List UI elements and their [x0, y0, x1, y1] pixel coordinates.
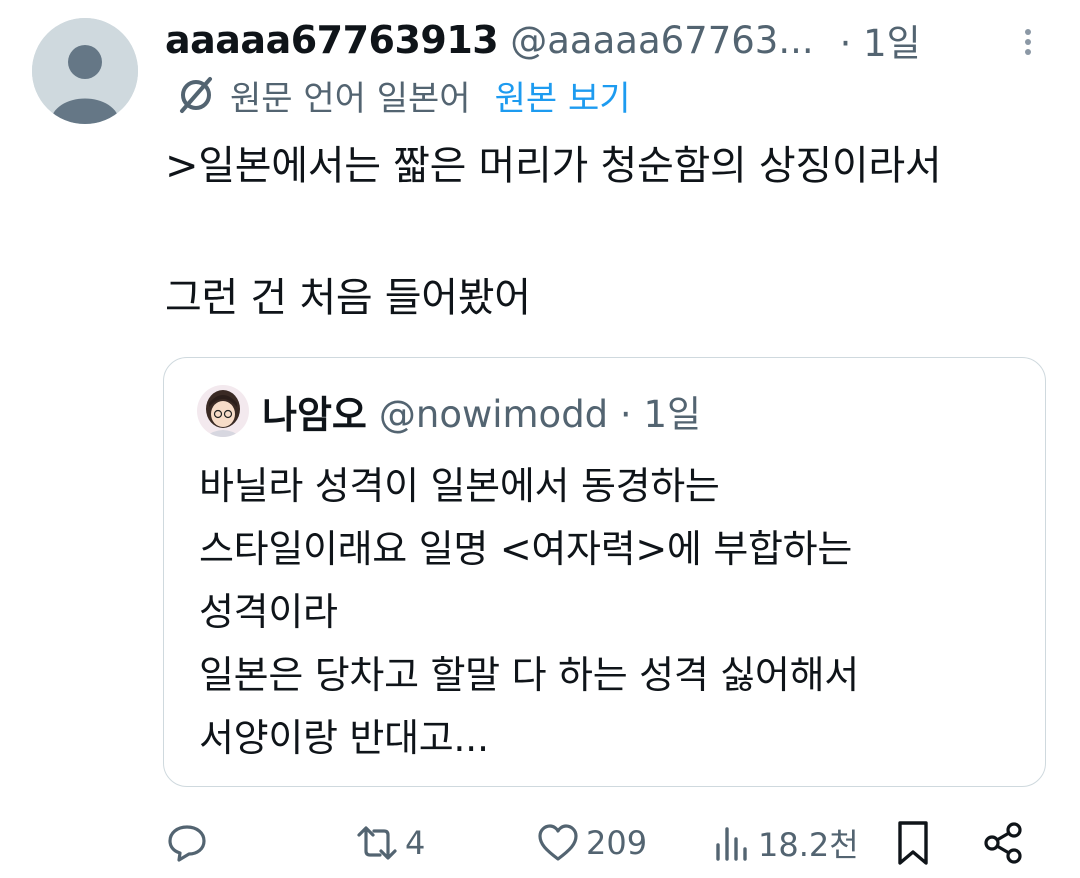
views-button[interactable]: 18.2천: [712, 815, 859, 871]
translation-language-label: 원문 언어 일본어: [230, 78, 471, 119]
quoted-author-handle[interactable]: @nowimodd · 1일: [379, 384, 701, 438]
reply-icon: [168, 825, 206, 862]
quoted-text-line: 바닐라 성격이 일본에서 동경하는: [199, 464, 720, 508]
anime-avatar-icon: [197, 385, 249, 437]
repost-button[interactable]: 4: [355, 815, 425, 871]
repost-icon: [357, 826, 397, 860]
author-display-name[interactable]: aaaaa67763913: [165, 18, 499, 62]
quoted-post[interactable]: 나암오 @nowimodd · 1일 바닐라 성격이 일본에서 동경하는 스타일…: [163, 357, 1046, 787]
post-timestamp[interactable]: · 1일: [840, 13, 921, 67]
show-original-link[interactable]: 원본 보기: [495, 71, 631, 120]
translate-icon: [180, 77, 212, 113]
share-button[interactable]: [980, 815, 1026, 871]
like-count: 209: [586, 824, 648, 862]
reply-button[interactable]: [165, 815, 209, 871]
action-bar: 4 209 18.2천: [0, 815, 1080, 871]
quoted-text-line: 스타일이래요 일명 <여자력>에 부합하는: [199, 527, 852, 571]
bookmark-button[interactable]: [893, 815, 933, 871]
author-avatar[interactable]: [32, 18, 138, 124]
quoted-post-header: 나암오 @nowimodd · 1일: [262, 385, 701, 437]
views-icon: [716, 827, 747, 861]
quoted-author-avatar[interactable]: [197, 385, 249, 437]
share-icon: [984, 822, 1022, 864]
post-body: >일본에서는 짧은 머리가 청순함의 상징이라서 그런 건 처음 들어봤어: [165, 140, 1045, 324]
default-avatar-icon: [32, 18, 138, 124]
quoted-post-text: 바닐라 성격이 일본에서 동경하는 스타일이래요 일명 <여자력>에 부합하는 …: [199, 455, 1019, 770]
author-handle[interactable]: @aaaaa67763...: [510, 19, 813, 62]
quoted-text-line: 성격이라: [199, 590, 338, 634]
post-text-line: >일본에서는 짧은 머리가 청순함의 상징이라서: [165, 143, 942, 189]
quoted-text-line: 서양이랑 반대고...: [199, 716, 489, 760]
post-header: aaaaa67763913 @aaaaa67763... · 1일: [165, 14, 1045, 66]
like-button[interactable]: 209: [536, 815, 647, 871]
views-count: 18.2천: [758, 826, 859, 864]
quoted-author-name[interactable]: 나암오: [262, 384, 367, 439]
bookmark-icon: [898, 821, 928, 865]
quoted-text-line: 일본은 당차고 할말 다 하는 성격 싫어해서: [199, 653, 859, 697]
repost-count: 4: [405, 824, 426, 862]
more-options-button[interactable]: [1011, 22, 1045, 62]
heart-icon: [538, 824, 578, 861]
translation-notice: 원문 언어 일본어 원본 보기: [176, 71, 631, 120]
more-vertical-icon: [1025, 29, 1031, 55]
post-text-line: 그런 건 처음 들어봤어: [165, 275, 531, 321]
